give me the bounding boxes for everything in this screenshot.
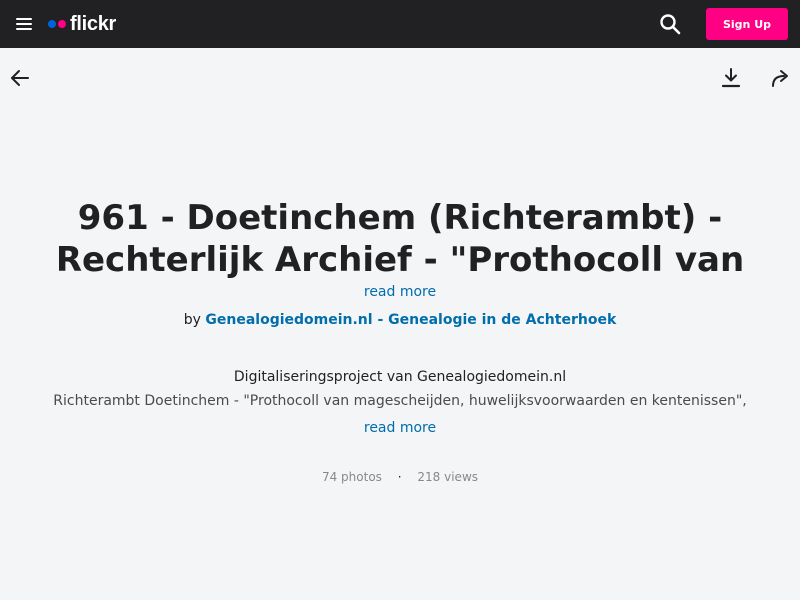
album-title: 961 - Doetinchem (Richterambt) - Rechter… (39, 198, 761, 283)
logo-wordmark: flickr (70, 13, 117, 35)
sign-up-button[interactable]: Sign Up (706, 8, 788, 40)
title-read-more-link[interactable]: read more (300, 282, 500, 302)
album-description: Digitaliseringsproject van Genealogiedom… (40, 365, 760, 411)
arrow-left-icon[interactable] (10, 68, 30, 88)
description-read-more-link[interactable]: read more (300, 418, 500, 438)
photo-count: 74 photos (321, 470, 382, 484)
by-label: by (183, 312, 201, 328)
top-navigation-bar: flickr Sign Up (0, 0, 800, 48)
flickr-logo[interactable]: flickr (48, 12, 116, 36)
album-byline: by Genealogiedomein.nl - Genealogie in d… (0, 310, 800, 330)
search-icon[interactable] (659, 13, 681, 35)
album-stats: 74 photos · 218 views (0, 467, 800, 487)
download-icon[interactable] (721, 68, 741, 88)
view-count: 218 views (417, 470, 479, 484)
owner-link[interactable]: Genealogiedomein.nl - Genealogie in de A… (205, 312, 616, 328)
logo-pink-dot (58, 20, 66, 28)
description-line-2: Richterambt Doetinchem - "Prothocoll van… (53, 393, 747, 409)
description-line-1: Digitaliseringsproject van Genealogiedom… (233, 369, 567, 385)
share-icon[interactable] (771, 68, 791, 88)
stats-separator: · (397, 470, 402, 484)
logo-blue-dot (48, 20, 56, 28)
hamburger-menu-icon[interactable] (16, 17, 32, 31)
